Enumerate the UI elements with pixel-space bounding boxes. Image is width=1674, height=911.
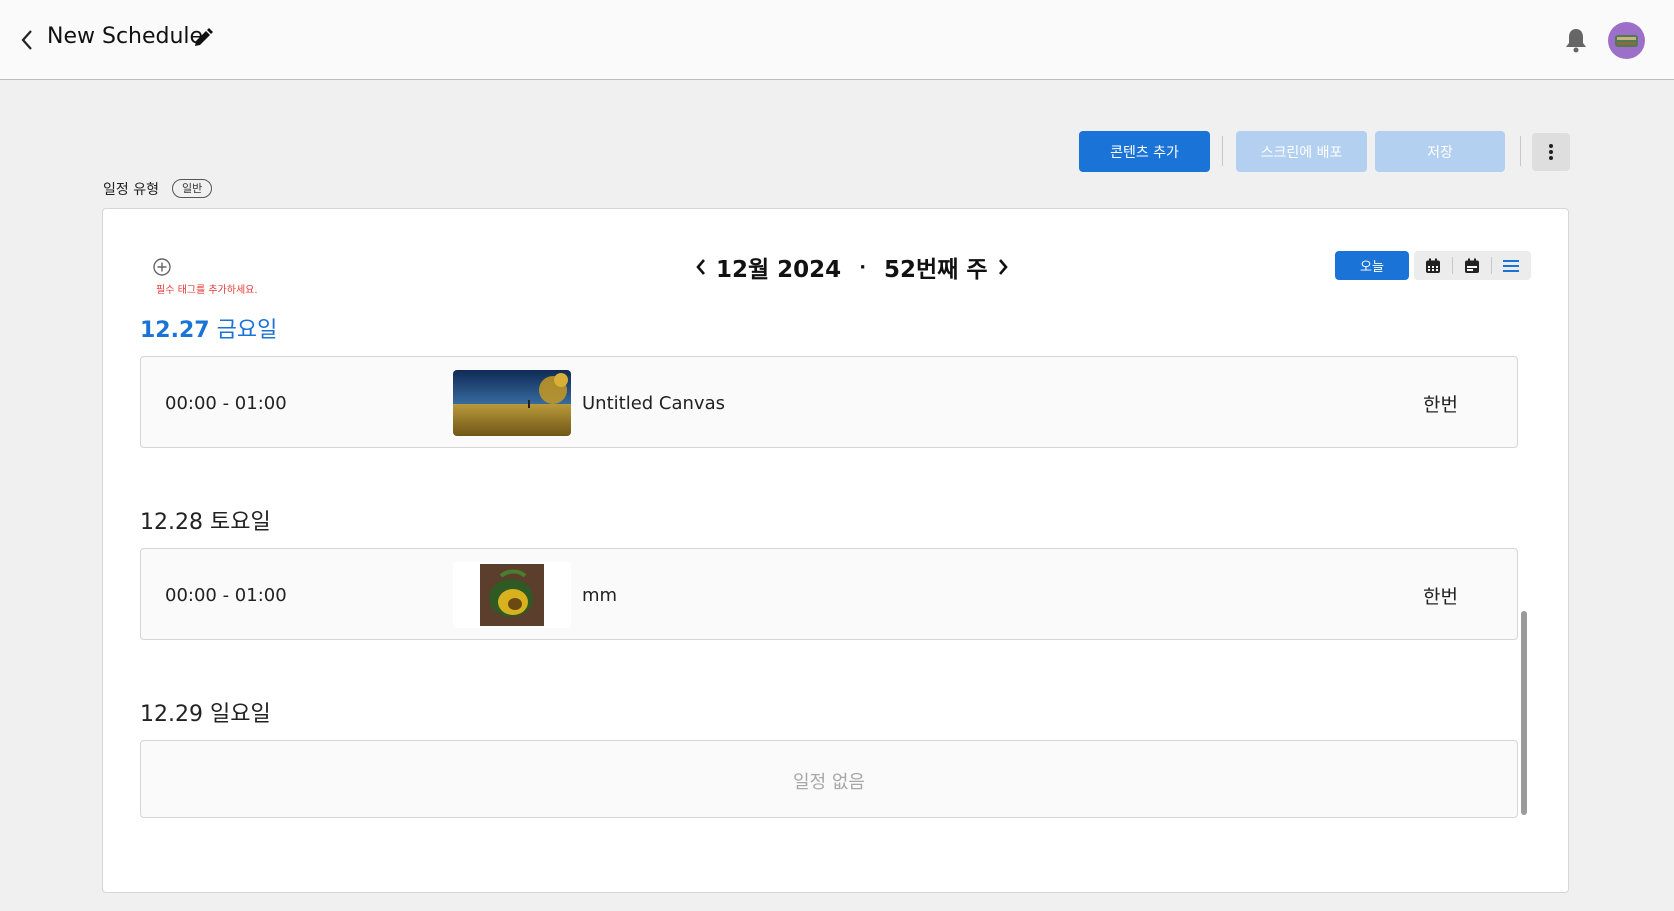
- day-weekday: 토요일: [209, 510, 271, 535]
- event-row[interactable]: 00:00 - 01:00 Untitled Canvas 한번: [140, 356, 1518, 448]
- deploy-to-screen-button[interactable]: 스크린에 배포: [1236, 131, 1367, 172]
- day-heading: 12.28 토요일: [140, 504, 271, 536]
- chevron-left-icon: [21, 30, 32, 50]
- day-view-button[interactable]: [1453, 251, 1491, 280]
- empty-schedule: 일정 없음: [140, 740, 1518, 818]
- today-button[interactable]: 오늘: [1335, 251, 1409, 280]
- required-tag-hint: 필수 태그를 추가하세요.: [156, 285, 258, 296]
- more-button[interactable]: [1532, 133, 1570, 171]
- week-calendar-icon: [1426, 258, 1440, 273]
- week-navigator: 12월 2024 · 52번째 주: [690, 250, 1014, 284]
- event-time: 00:00 - 01:00: [165, 585, 287, 606]
- page-title: New Schedule: [47, 24, 204, 49]
- kebab-menu-icon: [1549, 144, 1553, 160]
- day-heading: 12.27 금요일: [140, 312, 277, 344]
- schedule-type-badge: 일반: [172, 179, 213, 198]
- event-time: 00:00 - 01:00: [165, 393, 287, 414]
- toolbar-divider: [1520, 136, 1521, 166]
- content-thumbnail: [453, 562, 571, 628]
- add-tag-icon[interactable]: [152, 257, 172, 277]
- day-weekday: 금요일: [216, 318, 278, 343]
- add-content-button[interactable]: 콘텐츠 추가: [1079, 131, 1210, 172]
- content-thumbnail: [453, 370, 571, 436]
- top-bar: New Schedule: [0, 0, 1674, 80]
- week-number: 52번째 주: [884, 257, 988, 283]
- day-heading: 12.29 일요일: [140, 696, 271, 728]
- empty-schedule-text: 일정 없음: [793, 772, 865, 793]
- save-button[interactable]: 저장: [1375, 131, 1505, 172]
- event-row[interactable]: 00:00 - 01:00 mm 한번: [140, 548, 1518, 640]
- list-view-button[interactable]: [1492, 251, 1530, 280]
- event-repeat: 한번: [1423, 394, 1458, 416]
- day-date: 12.27: [140, 318, 210, 343]
- scrollbar[interactable]: [1521, 611, 1527, 815]
- month-year: 12월 2024: [716, 257, 842, 283]
- week-view-button[interactable]: [1414, 251, 1452, 280]
- bell-icon[interactable]: [1563, 26, 1589, 54]
- event-repeat: 한번: [1423, 586, 1458, 608]
- event-title: Untitled Canvas: [582, 393, 725, 414]
- day-date: 12.28: [140, 510, 203, 535]
- day-date: 12.29: [140, 702, 203, 727]
- event-title: mm: [582, 585, 618, 606]
- prev-week-button[interactable]: [690, 252, 712, 282]
- pencil-icon[interactable]: [192, 27, 214, 49]
- back-button[interactable]: [16, 26, 38, 54]
- chevron-right-icon: [998, 259, 1008, 275]
- list-view-icon: [1503, 259, 1519, 272]
- day-calendar-icon: [1465, 258, 1479, 273]
- next-week-button[interactable]: [992, 252, 1014, 282]
- day-weekday: 일요일: [209, 702, 271, 727]
- chevron-left-icon: [696, 259, 705, 275]
- avatar[interactable]: [1608, 22, 1645, 59]
- view-switcher: [1414, 251, 1531, 280]
- week-separator: ·: [859, 256, 867, 278]
- toolbar-divider: [1222, 136, 1223, 166]
- schedule-type-label: 일정 유형: [103, 182, 159, 198]
